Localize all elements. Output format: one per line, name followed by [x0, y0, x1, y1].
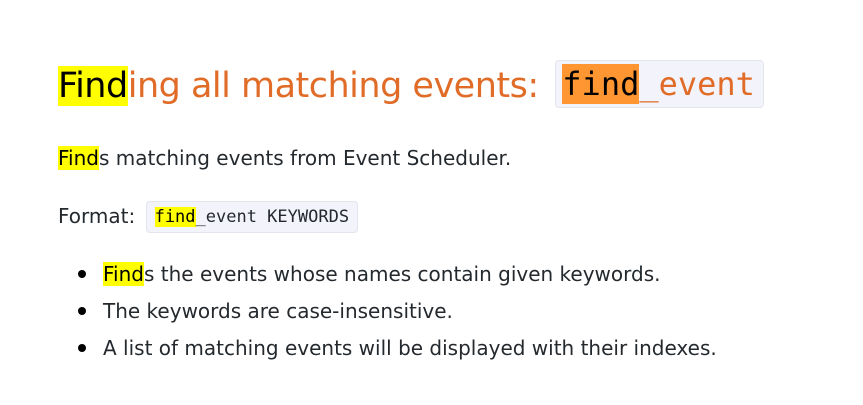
search-highlight: Find — [103, 262, 144, 286]
search-highlight: Find — [58, 66, 128, 106]
format-code: find_event KEYWORDS — [145, 201, 359, 233]
list-item: The keywords are case-insensitive. — [78, 293, 717, 330]
list-item: A list of matching events will be displa… — [78, 330, 717, 367]
list-item-text: A list of matching events will be displa… — [103, 336, 717, 360]
bullet-icon — [78, 344, 86, 352]
heading-code-text: _event — [639, 65, 755, 103]
format-paragraph: Format: find_event KEYWORDS — [58, 200, 359, 233]
details-list: Finds the events whose names contain giv… — [58, 256, 717, 367]
format-label: Format: — [58, 204, 142, 228]
document-content: Finding all matching events: find_event … — [58, 56, 848, 360]
format-code-text: _event KEYWORDS — [195, 207, 350, 227]
description-paragraph: Finds matching events from Event Schedul… — [58, 142, 511, 174]
list-item-text: s the events whose names contain given k… — [143, 262, 661, 286]
list-item-text: The keywords are case-insensitive. — [103, 299, 453, 323]
section-heading: Finding all matching events: find_event — [58, 56, 848, 116]
paragraph-text: s matching events from Event Scheduler. — [98, 146, 512, 170]
heading-text: ing all matching events: — [127, 66, 550, 106]
bullet-icon — [78, 270, 86, 278]
heading-code: find_event — [555, 60, 764, 108]
search-highlight: Find — [58, 146, 99, 170]
search-highlight: find — [154, 207, 196, 227]
list-item: Finds the events whose names contain giv… — [78, 256, 717, 293]
active-search-highlight: find — [562, 64, 640, 104]
bullet-icon — [78, 307, 86, 315]
